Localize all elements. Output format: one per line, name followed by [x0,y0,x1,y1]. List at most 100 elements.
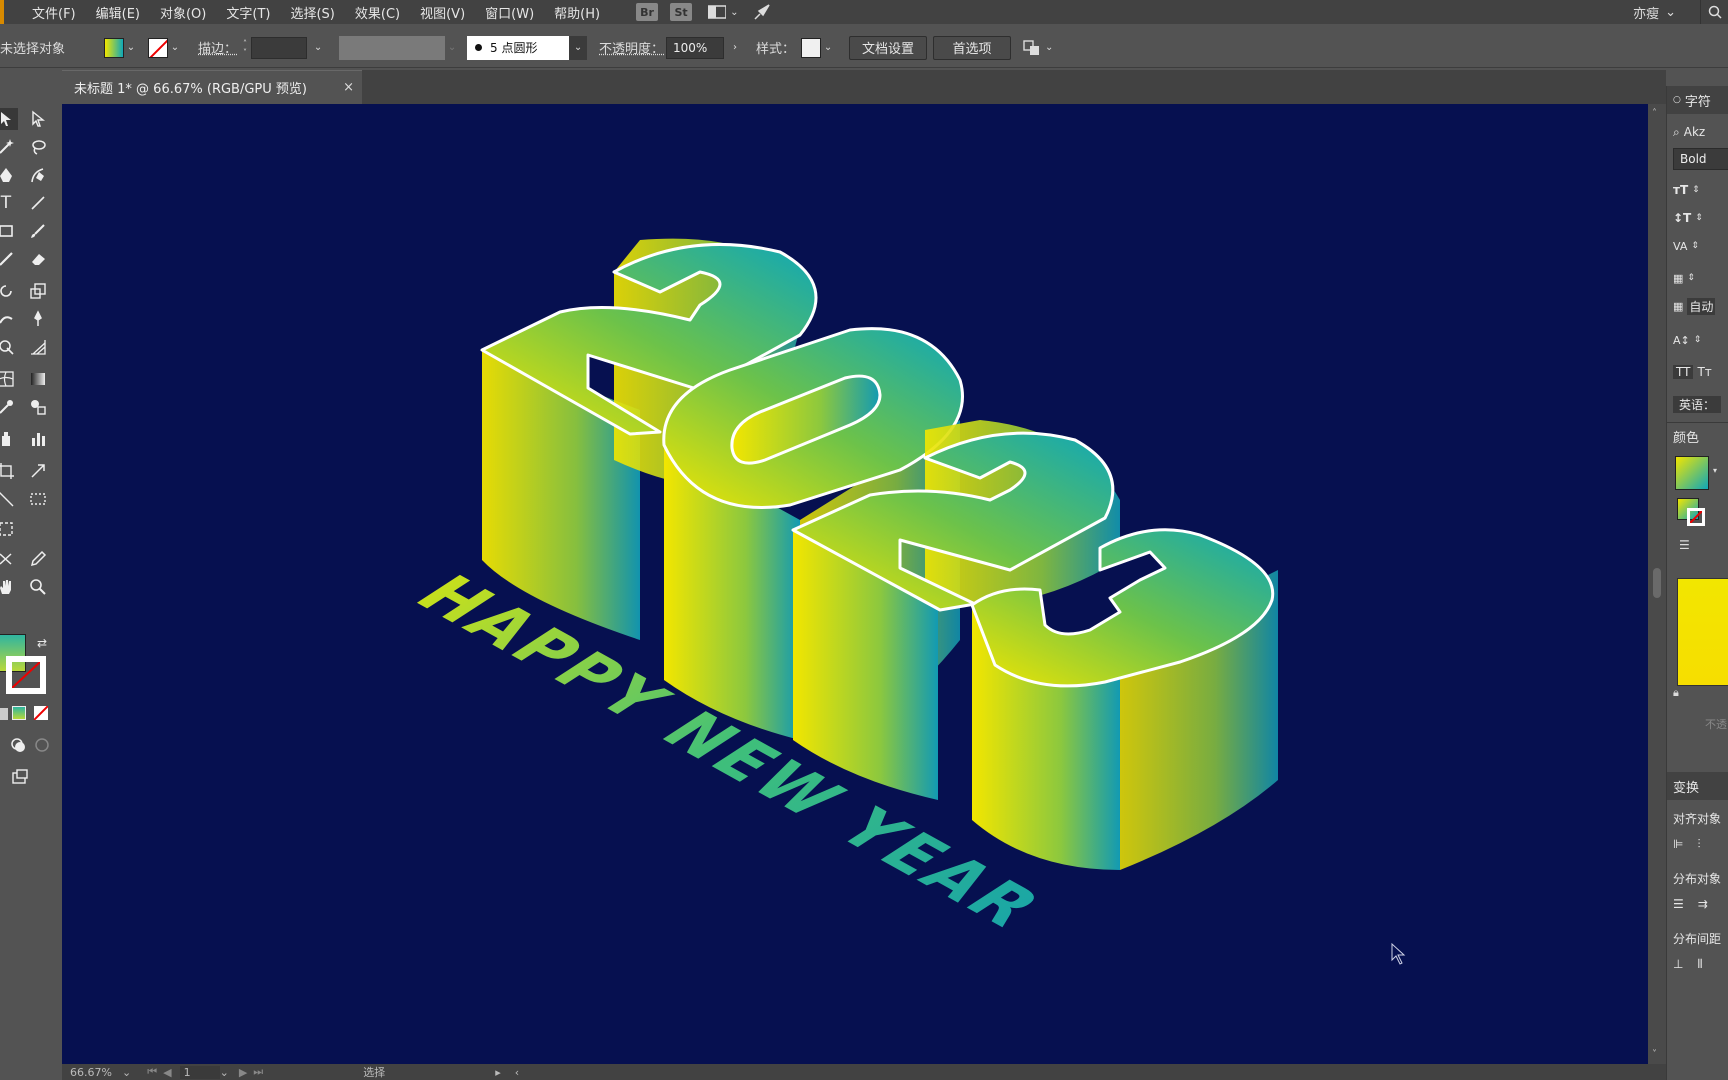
prev-artboard-icon[interactable]: ◀ [163,1066,171,1079]
last-artboard-icon[interactable]: ⏭ [253,1065,263,1079]
arrange-icon[interactable]: ⌄ [1023,39,1053,56]
bridge-button[interactable]: Br [636,3,659,21]
puppet-warp-icon[interactable] [26,308,50,330]
font-size-row[interactable]: тT ⇕ [1667,178,1728,202]
stroke-weight-stepper[interactable]: ˄ ˅ [243,39,247,57]
baseline-row[interactable]: A↕ ⇕ [1667,328,1728,352]
vertical-scroll-thumb[interactable] [1653,568,1661,598]
type-tool-icon[interactable]: T [0,192,18,214]
hand-tool-icon[interactable] [0,576,18,598]
zoom-tool-icon[interactable] [26,576,50,598]
leading-row[interactable]: ↕T ⇕ [1667,206,1728,230]
stroke-dropdown-icon[interactable]: ⌄ [168,42,182,53]
gradient-tool-icon[interactable] [26,368,50,390]
menu-help[interactable]: 帮助(H) [544,3,610,22]
color-fill-swatch[interactable] [1675,456,1709,490]
menu-window[interactable]: 窗口(W) [475,3,544,22]
close-icon[interactable]: × [343,80,354,95]
workspace-switcher[interactable]: 亦瘦 ⌄ [1633,0,1676,24]
menu-view[interactable]: 视图(V) [410,3,475,22]
zoom-field[interactable]: 66.67% [70,1066,122,1079]
curvature-tool-icon[interactable] [26,164,50,186]
stock-button[interactable]: St [670,3,693,21]
lasso-tool-icon[interactable] [26,136,50,158]
crop-tool-icon[interactable] [26,488,50,510]
scroll-left-icon[interactable]: ‹ [515,1066,519,1079]
print-tiling-icon[interactable] [0,518,18,540]
tab-color[interactable]: 颜色 [1667,422,1728,450]
artboard-number-field[interactable]: 1 [179,1065,220,1079]
align-left-icon[interactable]: ⊫ [1673,837,1683,851]
align-center-icon[interactable]: ⫶ [1697,837,1700,852]
spacing-vertical-icon[interactable]: ⊥ [1673,957,1683,971]
menu-object[interactable]: 对象(O) [150,3,216,22]
all-caps-icon[interactable]: TT [1673,365,1694,379]
color-options-icon[interactable]: ☰ [1679,538,1690,552]
small-caps-icon[interactable]: Tт [1697,365,1711,379]
distribute-buttons-row[interactable]: ☰ ⇉ [1667,892,1728,916]
eraser-tool-icon[interactable] [26,248,50,270]
spacing-horizontal-icon[interactable]: ⫴ [1697,957,1702,972]
opacity-arrow-icon[interactable]: › [728,42,742,53]
color-stroke-none[interactable] [1687,508,1705,526]
vertical-scrollbar[interactable]: ˄ ˅ [1648,104,1666,1064]
stroke-weight-dropdown-icon[interactable]: ⌄ [311,42,325,53]
column-graph-icon[interactable] [26,428,50,450]
font-family-row[interactable]: ⌕ Akz [1667,120,1728,144]
draw-mode-icon[interactable] [6,734,30,756]
artboard-tool-icon[interactable] [0,460,18,482]
rotate-tool-icon[interactable] [0,280,18,302]
pencil-tool-icon[interactable] [26,548,50,570]
search-icon[interactable] [1700,0,1728,24]
distribute-vcenter-icon[interactable]: ⇉ [1698,897,1708,911]
eyedropper-tool-icon[interactable] [0,396,18,418]
caps-row[interactable]: TT Tт [1667,360,1728,384]
draw-inside-icon[interactable] [30,734,54,756]
lock-icon[interactable]: 🔒︎ [1673,686,1679,700]
brush-definition[interactable]: 5 点圆形 [467,35,570,60]
align-buttons-row[interactable]: ⊫ ⫶ [1667,832,1728,856]
shape-builder-icon[interactable] [0,336,18,358]
distribute-top-icon[interactable]: ☰ [1673,897,1684,911]
symbol-sprayer-icon[interactable] [0,428,18,450]
document-setup-button[interactable]: 文档设置 [849,35,928,60]
fill-swatch[interactable] [104,37,124,58]
opacity-field[interactable]: 100% [666,36,725,59]
tab-transform[interactable]: 变换 [1667,772,1728,800]
shaper-tool-icon[interactable] [0,248,18,270]
screen-mode-icon[interactable] [8,766,32,788]
kerning-row[interactable]: VA ⇕ [1667,234,1728,258]
swap-fill-stroke-icon[interactable]: ⇄ [30,632,54,654]
menu-type[interactable]: 文字(T) [216,3,280,22]
menu-select[interactable]: 选择(S) [280,3,344,22]
color-mode-button[interactable] [0,708,8,720]
scale-tool-icon[interactable] [26,280,50,302]
document-tab[interactable]: 未标题 1* @ 66.67% (RGB/GPU 预览) × [62,70,362,104]
stroke-color-box[interactable] [6,656,46,694]
tab-character[interactable]: ○ 字符 [1667,86,1728,114]
language-row[interactable]: 英语： [1667,392,1728,416]
scroll-down-icon[interactable]: ˅ [1652,1049,1657,1060]
font-style-field[interactable]: Bold [1673,148,1728,170]
status-menu-arrow-icon[interactable]: ▸ [495,1066,501,1079]
line-tool-icon[interactable] [26,192,50,214]
scissors-tool-icon[interactable] [0,548,18,570]
style-swatch[interactable] [801,37,822,58]
scroll-up-icon[interactable]: ˄ [1652,108,1657,119]
stroke-weight-field[interactable] [251,36,308,59]
menu-file[interactable]: 文件(F) [22,3,86,22]
paintbrush-tool-icon[interactable] [26,220,50,242]
brush-dropdown-icon[interactable]: ⌄ [569,35,588,60]
color-menu-icon[interactable]: ▾ [1713,466,1717,475]
slice-tool-icon[interactable] [26,460,50,482]
warp-tool-icon[interactable] [0,308,18,330]
opacity-label[interactable]: 不透明度： [599,38,664,57]
direct-selection-tool-icon[interactable] [26,108,50,130]
none-mode-button[interactable] [34,706,48,720]
fill-dropdown-icon[interactable]: ⌄ [124,42,138,53]
mesh-tool-icon[interactable] [0,368,18,390]
stroke-swatch[interactable] [148,37,168,58]
rectangle-tool-icon[interactable] [0,220,18,242]
spacing-buttons-row[interactable]: ⊥ ⫴ [1667,952,1728,976]
first-artboard-icon[interactable]: ⏮ [147,1065,157,1079]
